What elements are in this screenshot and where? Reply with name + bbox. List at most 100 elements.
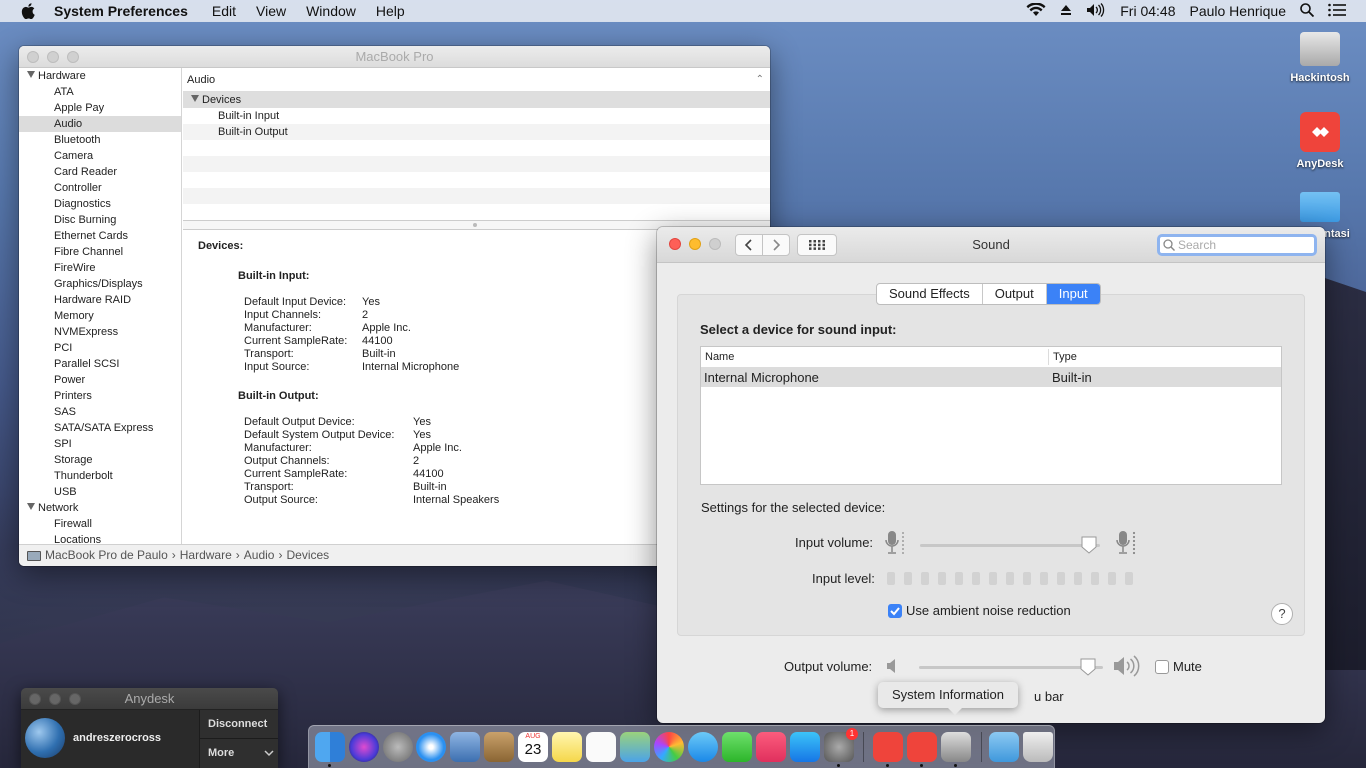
facetime-icon[interactable]	[722, 732, 752, 762]
disclosure-triangle-icon[interactable]	[27, 503, 35, 510]
sidebar-item-audio[interactable]: Audio	[19, 116, 181, 132]
notification-center-icon[interactable]	[1328, 3, 1346, 20]
calendar-icon[interactable]: AUG 23	[518, 732, 548, 762]
sidebar-item-diagnostics[interactable]: Diagnostics	[19, 196, 181, 212]
desktop-icon-anydesk[interactable]: AnyDesk	[1280, 112, 1360, 170]
wifi-icon[interactable]	[1026, 1, 1046, 20]
sidebar-item-bluetooth[interactable]: Bluetooth	[19, 132, 181, 148]
contacts-icon[interactable]	[484, 732, 514, 762]
path-item[interactable]: Hardware	[180, 545, 232, 566]
sidebar-item-firewire[interactable]: FireWire	[19, 260, 181, 276]
sidebar-item-controller[interactable]: Controller	[19, 180, 181, 196]
sidebar-item-ata[interactable]: ATA	[19, 84, 181, 100]
close-button[interactable]	[27, 51, 39, 63]
mute-label[interactable]: Mute	[1173, 659, 1202, 674]
sidebar-item-firewall[interactable]: Firewall	[19, 516, 181, 532]
sidebar-item-sas[interactable]: SAS	[19, 404, 181, 420]
spotlight-icon[interactable]	[1300, 2, 1315, 20]
disconnect-button[interactable]: Disconnect	[200, 710, 278, 739]
slider-knob[interactable]	[1081, 536, 1097, 554]
path-item[interactable]: Devices	[286, 545, 329, 566]
menu-window[interactable]: Window	[306, 3, 356, 19]
notes-icon[interactable]	[552, 732, 582, 762]
sidebar-item-thunderbolt[interactable]: Thunderbolt	[19, 468, 181, 484]
siri-icon[interactable]	[349, 732, 379, 762]
system-information-icon[interactable]	[941, 732, 971, 762]
system-preferences-icon[interactable]: 1	[824, 728, 858, 762]
zoom-button[interactable]	[69, 693, 81, 705]
sidebar-item-nvmexpress[interactable]: NVMExpress	[19, 324, 181, 340]
maps-icon[interactable]	[620, 732, 650, 762]
path-item[interactable]: MacBook Pro de Paulo	[45, 545, 168, 566]
sidebar-item-spi[interactable]: SPI	[19, 436, 181, 452]
anydesk-icon[interactable]	[907, 732, 937, 762]
menu-app-name[interactable]: System Preferences	[54, 3, 188, 19]
close-button[interactable]	[29, 693, 41, 705]
path-item[interactable]: Audio	[244, 545, 275, 566]
finder-icon[interactable]	[315, 732, 345, 762]
sidebar-item-disc-burning[interactable]: Disc Burning	[19, 212, 181, 228]
itunes-icon[interactable]	[756, 732, 786, 762]
launchpad-icon[interactable]	[383, 732, 413, 762]
photos-icon[interactable]	[654, 732, 684, 762]
disclosure-triangle-icon[interactable]	[27, 71, 35, 78]
more-button[interactable]: More	[200, 739, 278, 768]
mute-checkbox[interactable]	[1155, 660, 1169, 674]
menu-help[interactable]: Help	[376, 3, 405, 19]
sidebar-category-network[interactable]: Network	[19, 500, 181, 516]
sidebar-item-memory[interactable]: Memory	[19, 308, 181, 324]
menubar-user[interactable]: Paulo Henrique	[1189, 3, 1286, 19]
eject-icon[interactable]	[1060, 3, 1072, 19]
sidebar-item-storage[interactable]: Storage	[19, 452, 181, 468]
output-volume-slider[interactable]	[919, 658, 1103, 676]
sidebar-item-sata-sata-express[interactable]: SATA/SATA Express	[19, 420, 181, 436]
tab-sound-effects[interactable]: Sound Effects	[877, 284, 983, 304]
sidebar-item-pci[interactable]: PCI	[19, 340, 181, 356]
trash-icon[interactable]	[1023, 732, 1053, 762]
zoom-button[interactable]	[67, 51, 79, 63]
sidebar-item-power[interactable]: Power	[19, 372, 181, 388]
menu-edit[interactable]: Edit	[212, 3, 236, 19]
list-header[interactable]: Audio ⌃	[183, 68, 770, 92]
anydesk-icon[interactable]	[873, 732, 903, 762]
sidebar-item-hardware-raid[interactable]: Hardware RAID	[19, 292, 181, 308]
messages-icon[interactable]	[688, 732, 718, 762]
sidebar-item-apple-pay[interactable]: Apple Pay	[19, 100, 181, 116]
column-header-type[interactable]: Type	[1053, 351, 1077, 363]
help-button[interactable]: ?	[1271, 603, 1293, 625]
show-in-menu-bar-label[interactable]: u bar	[1034, 689, 1064, 704]
sidebar-item-ethernet-cards[interactable]: Ethernet Cards	[19, 228, 181, 244]
input-volume-slider[interactable]	[920, 536, 1100, 554]
desktop-icon-hackintosh[interactable]: Hackintosh	[1280, 28, 1360, 84]
search-field[interactable]: Search	[1157, 234, 1317, 256]
menu-view[interactable]: View	[256, 3, 286, 19]
list-item[interactable]: Built-in Output	[183, 124, 770, 140]
sidebar-item-camera[interactable]: Camera	[19, 148, 181, 164]
minimize-button[interactable]	[47, 51, 59, 63]
tab-output[interactable]: Output	[983, 284, 1047, 304]
ambient-noise-label[interactable]: Use ambient noise reduction	[906, 603, 1071, 618]
apple-icon[interactable]	[21, 3, 37, 20]
table-row[interactable]: Internal Microphone Built-in	[701, 368, 1281, 387]
sort-caret-icon[interactable]: ⌃	[756, 68, 764, 92]
sidebar-item-fibre-channel[interactable]: Fibre Channel	[19, 244, 181, 260]
sidebar-item-parallel-scsi[interactable]: Parallel SCSI	[19, 356, 181, 372]
sidebar-category-hardware[interactable]: Hardware	[19, 68, 181, 84]
sidebar-item-graphics-displays[interactable]: Graphics/Displays	[19, 276, 181, 292]
tab-input[interactable]: Input	[1046, 284, 1100, 304]
minimize-button[interactable]	[49, 693, 61, 705]
app-store-icon[interactable]	[790, 732, 820, 762]
list-item[interactable]: Built-in Input	[183, 108, 770, 124]
list-group-devices[interactable]: Devices	[183, 92, 770, 108]
safari-icon[interactable]	[416, 732, 446, 762]
sidebar-item-printers[interactable]: Printers	[19, 388, 181, 404]
sidebar-item-locations[interactable]: Locations	[19, 532, 181, 544]
sidebar-item-card-reader[interactable]: Card Reader	[19, 164, 181, 180]
disclosure-triangle-icon[interactable]	[191, 95, 199, 102]
downloads-folder-icon[interactable]	[989, 732, 1019, 762]
menubar-clock[interactable]: Fri 04:48	[1120, 3, 1175, 19]
sidebar-item-usb[interactable]: USB	[19, 484, 181, 500]
slider-knob[interactable]	[1080, 658, 1096, 676]
ambient-noise-checkbox[interactable]	[888, 604, 902, 618]
mail-icon[interactable]	[450, 732, 480, 762]
